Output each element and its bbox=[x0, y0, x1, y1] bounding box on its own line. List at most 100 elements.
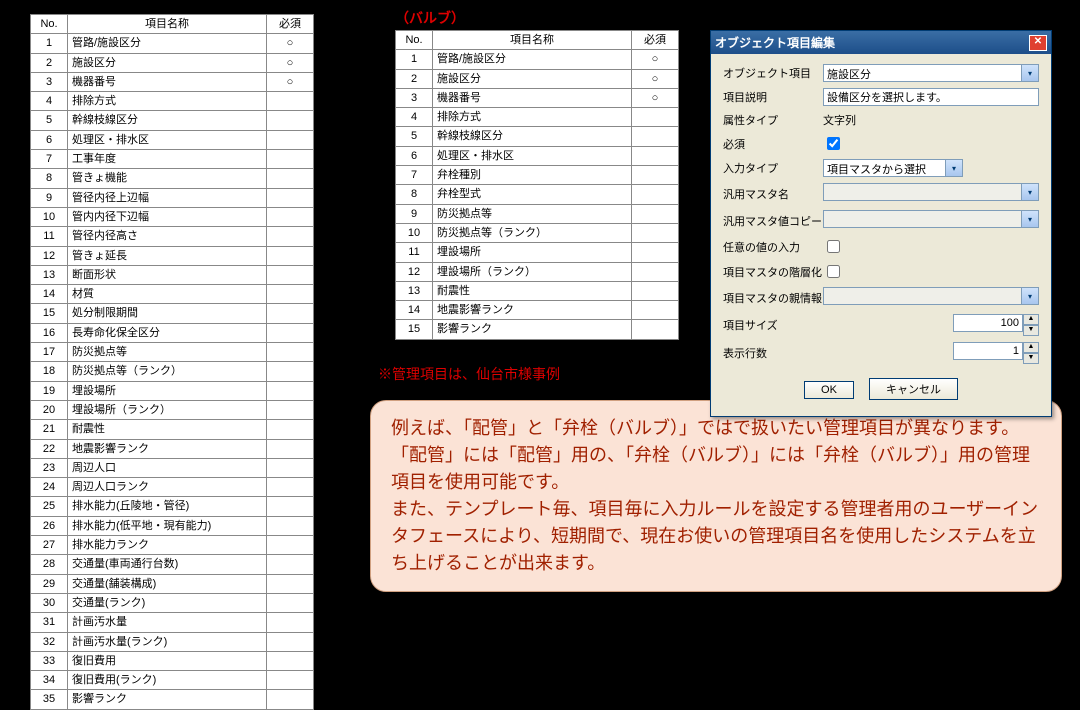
cell-required bbox=[267, 227, 314, 246]
cell-name: 弁栓型式 bbox=[433, 185, 632, 204]
input-type-select[interactable]: 項目マスタから選択▾ bbox=[823, 159, 963, 177]
table-row: 2施設区分○ bbox=[396, 69, 679, 88]
cell-name: 排水能力(低平地・現有能力) bbox=[68, 516, 267, 535]
cell-required bbox=[267, 536, 314, 555]
size-input[interactable] bbox=[953, 314, 1023, 332]
cell-name: 機器番号 bbox=[433, 88, 632, 107]
table-row: 20埋設場所（ランク） bbox=[31, 400, 314, 419]
description-input[interactable] bbox=[823, 88, 1039, 106]
cell-required bbox=[267, 690, 314, 709]
spinner-up-icon[interactable]: ▲ bbox=[1023, 314, 1039, 325]
chevron-down-icon[interactable]: ▾ bbox=[1021, 65, 1038, 81]
parent-select[interactable]: ▾ bbox=[823, 287, 1039, 305]
cell-required bbox=[632, 262, 679, 281]
object-item-select[interactable]: 施設区分▾ bbox=[823, 64, 1039, 82]
cell-name: 処理区・排水区 bbox=[68, 130, 267, 149]
cell-name: 排除方式 bbox=[68, 92, 267, 111]
hier-checkbox[interactable] bbox=[827, 265, 840, 278]
chevron-down-icon[interactable]: ▾ bbox=[945, 160, 962, 176]
spinner-up-icon[interactable]: ▲ bbox=[1023, 342, 1039, 353]
cell-name: 埋設場所 bbox=[433, 243, 632, 262]
cancel-button[interactable]: キャンセル bbox=[869, 378, 958, 400]
table-row: 29交通量(舗装構成) bbox=[31, 574, 314, 593]
cell-required bbox=[267, 150, 314, 169]
cell-required bbox=[267, 323, 314, 342]
cell-name: 管径内径上辺幅 bbox=[68, 188, 267, 207]
right-items-table: No. 項目名称 必須 1管路/施設区分○2施設区分○3機器番号○4排除方式5幹… bbox=[395, 30, 679, 340]
cell-no: 10 bbox=[396, 223, 433, 242]
cell-no: 2 bbox=[396, 69, 433, 88]
table-row: 14地震影響ランク bbox=[396, 301, 679, 320]
cell-name: 管径内径高さ bbox=[68, 227, 267, 246]
table-row: 5幹線枝線区分 bbox=[396, 127, 679, 146]
cell-no: 7 bbox=[396, 166, 433, 185]
cell-required bbox=[632, 281, 679, 300]
table-row: 34復旧費用(ランク) bbox=[31, 671, 314, 690]
cell-name: 計画汚水量 bbox=[68, 613, 267, 632]
size-spinner[interactable]: ▲▼ bbox=[953, 314, 1039, 336]
cell-name: 復旧費用 bbox=[68, 651, 267, 670]
table-row: 15処分制限期間 bbox=[31, 304, 314, 323]
cell-no: 7 bbox=[31, 150, 68, 169]
table-row: 11管径内径高さ bbox=[31, 227, 314, 246]
cell-name: 管路/施設区分 bbox=[68, 34, 267, 53]
cell-no: 11 bbox=[31, 227, 68, 246]
table-row: 11埋設場所 bbox=[396, 243, 679, 262]
ok-button[interactable]: OK bbox=[804, 381, 854, 399]
cell-no: 9 bbox=[396, 204, 433, 223]
cell-no: 2 bbox=[31, 53, 68, 72]
cell-no: 25 bbox=[31, 497, 68, 516]
cell-required bbox=[267, 111, 314, 130]
cell-name: 処分制限期間 bbox=[68, 304, 267, 323]
cell-name: 周辺人口 bbox=[68, 458, 267, 477]
cell-required bbox=[267, 651, 314, 670]
spinner-down-icon[interactable]: ▼ bbox=[1023, 353, 1039, 364]
cell-no: 18 bbox=[31, 362, 68, 381]
cell-required: ○ bbox=[267, 53, 314, 72]
chevron-down-icon[interactable]: ▾ bbox=[1021, 288, 1038, 304]
cell-name: 排水能力(丘陵地・管径) bbox=[68, 497, 267, 516]
cell-no: 14 bbox=[396, 301, 433, 320]
cell-no: 5 bbox=[396, 127, 433, 146]
cell-no: 1 bbox=[31, 34, 68, 53]
cell-name: 埋設場所（ランク） bbox=[68, 400, 267, 419]
cell-name: 防災拠点等 bbox=[68, 343, 267, 362]
label-size: 項目サイズ bbox=[723, 317, 823, 333]
rows-input[interactable] bbox=[953, 342, 1023, 360]
table-row: 1管路/施設区分○ bbox=[31, 34, 314, 53]
label-parent: 項目マスタの親情報 bbox=[723, 290, 823, 306]
cell-no: 32 bbox=[31, 632, 68, 651]
gp-master-copy-select[interactable]: ▾ bbox=[823, 210, 1039, 228]
spinner-down-icon[interactable]: ▼ bbox=[1023, 325, 1039, 336]
table-row: 10管内内径下辺幅 bbox=[31, 207, 314, 226]
cell-required bbox=[267, 458, 314, 477]
cell-no: 21 bbox=[31, 420, 68, 439]
gp-master-name-select[interactable]: ▾ bbox=[823, 183, 1039, 201]
arbitrary-checkbox[interactable] bbox=[827, 240, 840, 253]
table-row: 28交通量(車両通行台数) bbox=[31, 555, 314, 574]
cell-required bbox=[267, 246, 314, 265]
label-description: 項目説明 bbox=[723, 89, 823, 105]
chevron-down-icon[interactable]: ▾ bbox=[1021, 184, 1038, 200]
col-header-req: 必須 bbox=[267, 15, 314, 34]
cell-required bbox=[267, 478, 314, 497]
cell-name: 材質 bbox=[68, 285, 267, 304]
cell-no: 6 bbox=[396, 146, 433, 165]
cell-no: 30 bbox=[31, 593, 68, 612]
rows-spinner[interactable]: ▲▼ bbox=[953, 342, 1039, 364]
table-row: 30交通量(ランク) bbox=[31, 593, 314, 612]
cell-required bbox=[632, 146, 679, 165]
close-icon[interactable]: ✕ bbox=[1029, 35, 1047, 51]
cell-no: 3 bbox=[396, 88, 433, 107]
cell-no: 12 bbox=[31, 246, 68, 265]
required-checkbox[interactable] bbox=[827, 137, 840, 150]
table-row: 10防災拠点等（ランク） bbox=[396, 223, 679, 242]
cell-required bbox=[267, 362, 314, 381]
cell-required bbox=[267, 304, 314, 323]
col-header-no: No. bbox=[31, 15, 68, 34]
cell-no: 35 bbox=[31, 690, 68, 709]
explanation-text: 例えば、「配管」と「弁栓（バルブ）」ではで扱いたい管理項目が異なります。 「配管… bbox=[370, 400, 1062, 592]
cell-name: 交通量(舗装構成) bbox=[68, 574, 267, 593]
chevron-down-icon[interactable]: ▾ bbox=[1021, 211, 1038, 227]
table-row: 7工事年度 bbox=[31, 150, 314, 169]
